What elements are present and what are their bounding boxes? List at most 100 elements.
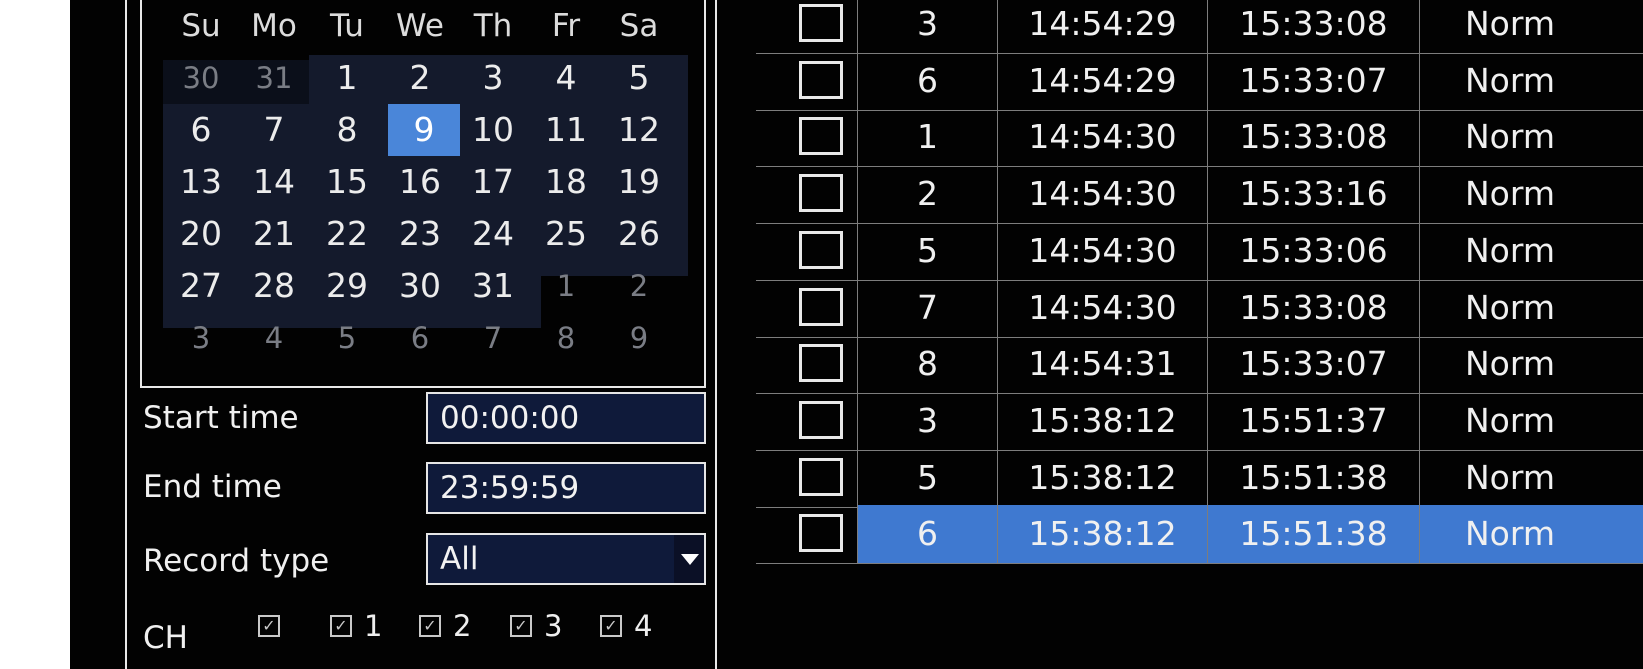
- calendar-day[interactable]: 27: [163, 260, 239, 312]
- calendar-day[interactable]: 25: [528, 208, 604, 260]
- calendar-day[interactable]: 11: [528, 104, 604, 156]
- row-checkbox[interactable]: [799, 514, 843, 553]
- channel-checkbox[interactable]: ✓: [330, 615, 352, 637]
- calendar-day[interactable]: 8: [528, 312, 604, 364]
- row-checkbox[interactable]: [799, 400, 843, 439]
- calendar-day[interactable]: 15: [309, 156, 385, 208]
- cell-end: 15:51:37: [1208, 391, 1420, 450]
- cell-end: 15:33:08: [1208, 0, 1420, 53]
- calendar-day[interactable]: 14: [236, 156, 312, 208]
- calendar-day[interactable]: 3: [163, 312, 239, 364]
- calendar-day[interactable]: 7: [455, 312, 531, 364]
- calendar-day[interactable]: 18: [528, 156, 604, 208]
- calendar-day[interactable]: 2: [601, 260, 677, 312]
- table-row[interactable]: 2 14:54:30 15:33:16 Norm: [756, 165, 1643, 225]
- channel-checkbox[interactable]: ✓: [258, 615, 280, 637]
- calendar-day[interactable]: 28: [236, 260, 312, 312]
- table-row[interactable]: 1 14:54:30 15:33:08 Norm: [756, 108, 1643, 168]
- table-row[interactable]: 6 14:54:29 15:33:07 Norm: [756, 51, 1643, 111]
- cell-end: 15:33:07: [1208, 51, 1420, 110]
- cell-start: 14:54:30: [998, 278, 1208, 337]
- cell-start: 15:38:12: [998, 448, 1208, 507]
- row-checkbox[interactable]: [799, 117, 843, 156]
- cell-ch: 6: [858, 51, 998, 110]
- channel-checkbox[interactable]: ✓: [419, 615, 441, 637]
- table-row[interactable]: 8 14:54:31 15:33:07 Norm: [756, 335, 1643, 395]
- cell-type: Norm: [1465, 287, 1556, 327]
- calendar-day[interactable]: 31: [236, 52, 312, 104]
- cell-type: Norm: [1465, 400, 1556, 440]
- table-row[interactable]: 7 14:54:30 15:33:08 Norm: [756, 278, 1643, 338]
- channel-number: 4: [634, 609, 653, 643]
- calendar-day[interactable]: 10: [455, 104, 531, 156]
- calendar-day[interactable]: 26: [601, 208, 677, 260]
- calendar-day[interactable]: 30: [382, 260, 458, 312]
- end-time-field[interactable]: 23:59:59: [426, 462, 706, 514]
- calendar-day[interactable]: 7: [236, 104, 312, 156]
- calendar-day[interactable]: 22: [309, 208, 385, 260]
- calendar-day[interactable]: 1: [528, 260, 604, 312]
- calendar-day[interactable]: 5: [309, 312, 385, 364]
- cell-type: Norm: [1465, 4, 1556, 43]
- row-checkbox[interactable]: [799, 344, 843, 383]
- cell-start: 14:54:29: [998, 51, 1208, 110]
- table-row[interactable]: 5 15:38:12 15:51:38 Norm: [756, 448, 1643, 508]
- record-type-label: Record type: [143, 543, 330, 579]
- cell-type: Norm: [1465, 60, 1556, 100]
- calendar-day[interactable]: 16: [382, 156, 458, 208]
- calendar-day[interactable]: 8: [309, 104, 385, 156]
- table-row[interactable]: 3 14:54:29 15:33:08 Norm: [756, 0, 1643, 54]
- calendar-day[interactable]: 1: [309, 52, 385, 104]
- calendar-day[interactable]: 6: [163, 104, 239, 156]
- cell-start: 15:38:12: [998, 391, 1208, 450]
- cell-start: 14:54:29: [998, 0, 1208, 53]
- calendar-day[interactable]: 21: [236, 208, 312, 260]
- start-time-field[interactable]: 00:00:00: [426, 392, 706, 444]
- channel-number: 2: [453, 609, 472, 643]
- weekday-header: Fr: [551, 8, 581, 44]
- calendar-day[interactable]: 17: [455, 156, 531, 208]
- channel-checkbox[interactable]: ✓: [600, 615, 622, 637]
- cell-end: 15:51:38: [1208, 505, 1420, 564]
- calendar-day[interactable]: 20: [163, 208, 239, 260]
- channel-checkbox[interactable]: ✓: [510, 615, 532, 637]
- row-checkbox[interactable]: [799, 230, 843, 269]
- cell-type: Norm: [1465, 230, 1556, 270]
- row-checkbox[interactable]: [799, 174, 843, 213]
- calendar-day[interactable]: 23: [382, 208, 458, 260]
- chevron-down-icon[interactable]: [674, 535, 704, 583]
- calendar-day[interactable]: 19: [601, 156, 677, 208]
- calendar-day[interactable]: 12: [601, 104, 677, 156]
- cell-start: 14:54:30: [998, 221, 1208, 280]
- calendar-day[interactable]: 3: [455, 52, 531, 104]
- cell-ch: 6: [858, 505, 998, 564]
- calendar-day[interactable]: 31: [455, 260, 531, 312]
- calendar-day[interactable]: 13: [163, 156, 239, 208]
- calendar-day[interactable]: 24: [455, 208, 531, 260]
- cell-type: Norm: [1465, 174, 1556, 214]
- cell-ch: 1: [858, 108, 998, 167]
- calendar-day[interactable]: 4: [236, 312, 312, 364]
- cell-start: 14:54:30: [998, 165, 1208, 224]
- calendar-day[interactable]: 30: [163, 52, 239, 104]
- table-row[interactable]: 3 15:38:12 15:51:37 Norm: [756, 391, 1643, 451]
- calendar-day-selected[interactable]: 9: [388, 104, 460, 156]
- row-checkbox[interactable]: [799, 457, 843, 496]
- calendar-day[interactable]: 9: [601, 312, 677, 364]
- calendar-day[interactable]: 4: [528, 52, 604, 104]
- table-row[interactable]: 5 14:54:30 15:33:06 Norm: [756, 221, 1643, 281]
- row-select-cell: [756, 165, 858, 224]
- cell-ch: 7: [858, 278, 998, 337]
- cell-start: 15:38:12: [998, 505, 1208, 564]
- calendar-day[interactable]: 6: [382, 312, 458, 364]
- record-type-select[interactable]: All: [426, 533, 706, 585]
- calendar-day[interactable]: 2: [382, 52, 458, 104]
- cell-end: 15:33:08: [1208, 108, 1420, 167]
- calendar-day[interactable]: 5: [601, 52, 677, 104]
- row-checkbox[interactable]: [799, 60, 843, 99]
- cell-ch: 3: [858, 391, 998, 450]
- table-row-selected[interactable]: 6 15:38:12 15:51:38 Norm: [756, 505, 1643, 565]
- row-checkbox[interactable]: [799, 287, 843, 326]
- calendar-day[interactable]: 29: [309, 260, 385, 312]
- row-checkbox[interactable]: [799, 4, 843, 42]
